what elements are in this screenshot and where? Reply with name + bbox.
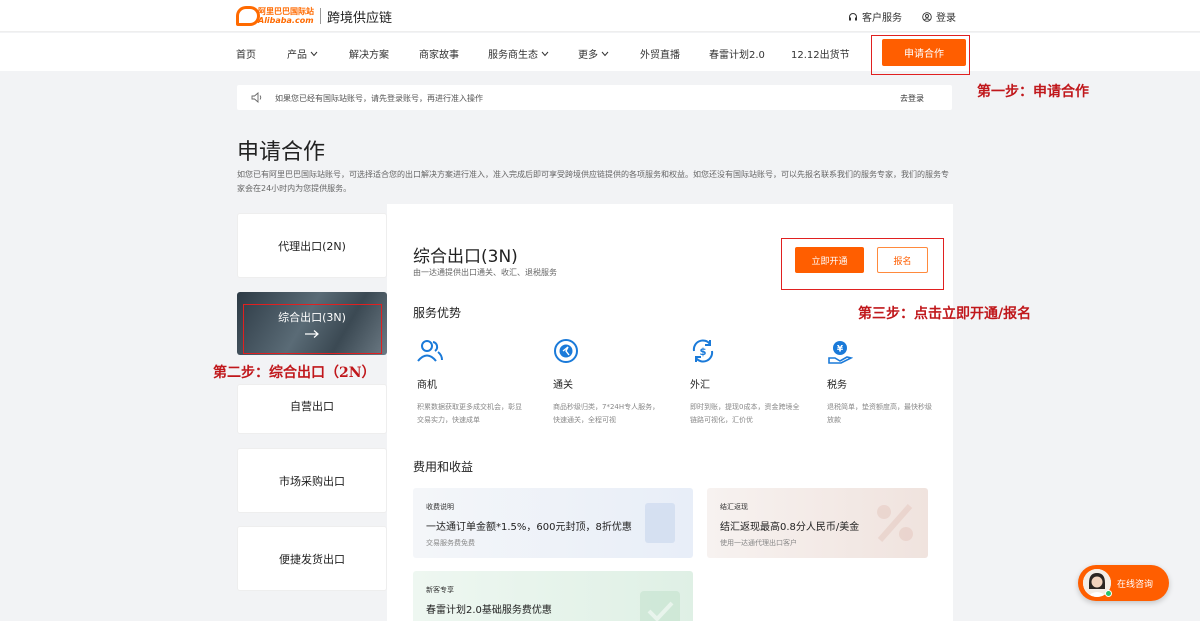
- svg-text:$: $: [700, 347, 707, 358]
- advantage-desc: 商品秒级归类，7*24H专人服务，快速通关，全程可视: [553, 403, 660, 424]
- nav-spring-plan[interactable]: 春雷计划2.0: [709, 46, 765, 61]
- logo-divider: [320, 8, 321, 24]
- annotation-step1: 第一步：申请合作: [977, 84, 1089, 100]
- annotation-step2: 第二步：综合出口（2N）: [213, 365, 376, 381]
- advantage-desc: 即时到账，提现0成本，资金跨境全链路可视化，汇价优: [690, 403, 800, 424]
- online-consult-button[interactable]: 在线咨询: [1078, 565, 1169, 601]
- brand-name: 跨境供应链: [327, 10, 393, 26]
- nav-products[interactable]: 产品: [287, 46, 318, 61]
- panel-title: 综合出口(3N): [413, 247, 518, 267]
- card-main: 结汇返现最高0.8分人民币/美金: [720, 522, 860, 533]
- speaker-icon: [251, 92, 262, 103]
- alibaba-logo: 阿里巴巴国际站 Alibaba.com: [236, 6, 314, 26]
- highlight-box-step3: [781, 238, 944, 290]
- fee-card: 收费说明 一达通订单金额*1.5%，600元封顶，8折优惠 交易服务费免费: [413, 488, 693, 558]
- nav-1212[interactable]: 12.12出货节: [791, 46, 850, 61]
- advantage-item: 商机 积累数据获取更多成交机会，彰显交易实力，快速成单: [417, 338, 527, 427]
- customer-service-link[interactable]: 客户服务: [848, 9, 902, 24]
- tab-self-export[interactable]: 自营出口: [237, 384, 387, 434]
- users-icon: [417, 340, 443, 362]
- user-icon: [922, 11, 932, 22]
- chevron-down-icon: [541, 51, 549, 56]
- login-notice: 如果您已经有国际站账号，请先登录账号，再进行准入操作 去登录: [237, 85, 952, 110]
- advantages-title: 服务优势: [413, 306, 462, 320]
- exchange-icon: $: [692, 339, 714, 363]
- nav-stories[interactable]: 商家故事: [419, 46, 459, 61]
- nav-live[interactable]: 外贸直播: [640, 46, 680, 61]
- chat-label: 在线咨询: [1117, 580, 1154, 590]
- main-nav: 首页 产品 解决方案 商家故事 服务商生态 更多 外贸直播 春雷计划2.0 12…: [0, 33, 1200, 71]
- cashback-card: 结汇返现 结汇返现最高0.8分人民币/美金 使用一达通代理出口客户: [707, 488, 928, 558]
- tab-quick-shipping-export[interactable]: 便捷发货出口: [237, 526, 387, 591]
- chevron-down-icon: [601, 51, 609, 56]
- logo[interactable]: 阿里巴巴国际站 Alibaba.com 跨境供应链: [236, 6, 392, 26]
- customer-service-label: 客户服务: [862, 13, 902, 24]
- panel-subtitle: 由一达通提供出口通关、收汇、退税服务: [413, 268, 557, 277]
- tab-agent-export[interactable]: 代理出口(2N): [237, 213, 387, 278]
- highlight-box-step2: [243, 304, 382, 354]
- notice-text: 如果您已经有国际站账号，请先登录账号，再进行准入操作: [275, 94, 483, 103]
- notice-login-link[interactable]: 去登录: [900, 93, 924, 104]
- nav-more[interactable]: 更多: [578, 46, 609, 61]
- card-note: 交易服务费免费: [426, 539, 475, 547]
- advantage-item: ¥ 税务 退税简单，垫资额度高，最快秒级放款: [827, 338, 937, 427]
- card-label: 结汇返现: [720, 503, 748, 511]
- advantage-name: 商机: [417, 380, 437, 391]
- card-label: 收费说明: [426, 503, 454, 511]
- online-status-dot: [1105, 590, 1112, 597]
- annotation-step3: 第三步：点击立即开通/报名: [858, 306, 1032, 322]
- chevron-down-icon: [310, 51, 318, 56]
- tax-icon: ¥: [828, 341, 854, 364]
- page-title: 申请合作: [237, 140, 326, 165]
- page-description: 如您已有阿里巴巴国际站账号，可选择适合您的出口解决方案进行准入，准入完成后即可享…: [237, 170, 949, 193]
- customs-icon: [554, 339, 578, 363]
- card-main: 一达通订单金额*1.5%，600元封顶，8折优惠: [426, 522, 632, 533]
- newcomer-card: 新客专享 春雷计划2.0基础服务费优惠: [413, 571, 693, 621]
- advantage-desc: 退税简单，垫资额度高，最快秒级放款: [827, 403, 932, 424]
- headset-icon: [849, 12, 857, 20]
- card-label: 新客专享: [426, 586, 454, 594]
- svg-text:¥: ¥: [837, 345, 844, 355]
- login-label: 登录: [936, 13, 956, 24]
- nav-home[interactable]: 首页: [236, 46, 256, 61]
- card-main: 春雷计划2.0基础服务费优惠: [426, 605, 552, 616]
- top-bar: 阿里巴巴国际站 Alibaba.com 跨境供应链 客户服务 登录: [0, 0, 1200, 32]
- advantage-name: 外汇: [690, 380, 710, 391]
- advantage-item: 通关 商品秒级归类，7*24H专人服务，快速通关，全程可视: [553, 338, 663, 427]
- login-link[interactable]: 登录: [922, 9, 956, 24]
- nav-ecosystem[interactable]: 服务商生态: [488, 46, 549, 61]
- fees-title: 费用和收益: [413, 460, 474, 474]
- nav-solutions[interactable]: 解决方案: [349, 46, 389, 61]
- advantage-item: $ 外汇 即时到账，提现0成本，资金跨境全链路可视化，汇价优: [690, 338, 800, 427]
- check-icon: [640, 591, 680, 621]
- card-note: 使用一达通代理出口客户: [720, 539, 797, 547]
- document-icon: [645, 503, 675, 543]
- highlight-box-step1: [871, 35, 970, 75]
- percent-icon: [877, 504, 913, 542]
- tab-market-purchase-export[interactable]: 市场采购出口: [237, 448, 387, 513]
- advantage-name: 税务: [827, 380, 847, 391]
- logo-en: Alibaba.com: [258, 16, 314, 25]
- advantage-name: 通关: [553, 380, 573, 391]
- advantage-desc: 积累数据获取更多成交机会，彰显交易实力，快速成单: [417, 403, 522, 424]
